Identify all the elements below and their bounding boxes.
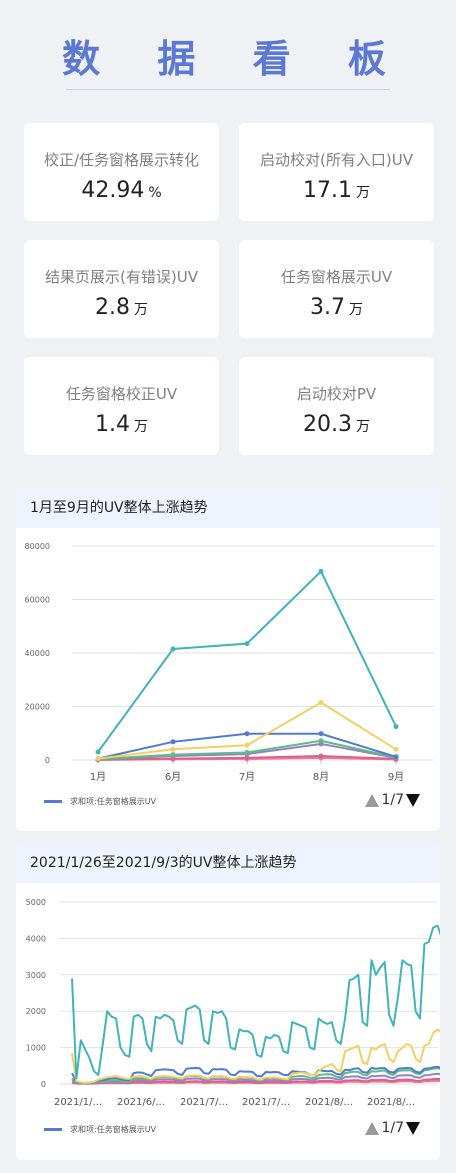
legend-swatch: [44, 1128, 62, 1131]
y-tick-label: 0: [45, 756, 50, 765]
kpi-card-pane-uv[interactable]: 任务窗格展示UV 3.7 万: [239, 240, 434, 338]
x-tick-label: 2021/8/...: [367, 1097, 415, 1108]
legend-label: 求和项:任务窗格展示UV: [70, 797, 157, 806]
x-tick-label: 2021/7/...: [180, 1097, 228, 1108]
x-tick-label: 8月: [313, 771, 329, 783]
kpi-value: 20.3: [303, 412, 352, 437]
kpi-label: 结果页展示(有错误)UV: [45, 268, 198, 286]
kpi-card-result-uv[interactable]: 结果页展示(有错误)UV 2.8 万: [24, 240, 219, 338]
y-tick-label: 2000: [26, 1007, 46, 1016]
series-line: [97, 569, 397, 753]
kpi-unit: 万: [355, 185, 370, 201]
chart-title: 2021/1/26至2021/9/3的UV整体上涨趋势: [16, 843, 440, 883]
kpi-value-row: 2.8 万: [24, 295, 219, 320]
series-point: [95, 749, 101, 755]
kpi-value: 2.8: [95, 295, 130, 320]
series-point: [318, 753, 324, 759]
chart-legend[interactable]: 求和项:任务窗格展示UV: [44, 796, 156, 807]
series-point: [170, 739, 176, 745]
kpi-label: 启动校对PV: [296, 385, 377, 403]
series-point: [244, 750, 250, 756]
series-point: [393, 746, 399, 752]
series-point: [170, 752, 176, 758]
y-tick-label: 0: [41, 1080, 46, 1089]
x-tick-label: 2021/6/...: [117, 1097, 165, 1108]
kpi-label: 校正/任务窗格展示转化: [43, 151, 200, 169]
series-point: [244, 731, 250, 737]
kpi-value: 42.94: [81, 178, 145, 203]
kpi-unit: 万: [134, 419, 148, 435]
y-tick-label: 60000: [25, 596, 50, 605]
kpi-value-row: 17.1 万: [239, 178, 434, 203]
series-point: [244, 742, 250, 748]
series-point: [95, 756, 101, 762]
kpi-unit: 万: [355, 419, 370, 435]
x-tick-label: 2021/8/...: [305, 1097, 353, 1108]
chart-card-monthly: 1月至9月的UV整体上涨趋势 0 20000 40000 60000 80000 1月 6月…: [16, 488, 440, 831]
series-point: [170, 746, 176, 752]
y-tick-label: 20000: [25, 703, 50, 712]
page-title: 数 据 看 板: [62, 37, 408, 81]
y-tick-label: 40000: [25, 649, 50, 658]
page-down-icon[interactable]: [406, 793, 420, 807]
kpi-card-launch-uv[interactable]: 启动校对(所有入口)UV 17.1 万: [239, 123, 434, 221]
kpi-value-row: 20.3 万: [239, 412, 434, 437]
series-point: [318, 731, 324, 737]
kpi-card-conversion[interactable]: 校正/任务窗格展示转化 42.94%: [24, 123, 219, 221]
page-up-icon[interactable]: [365, 793, 380, 807]
y-tick-label: 1000: [26, 1044, 46, 1053]
kpi-value: 1.4: [95, 412, 130, 437]
legend-pager: 1/7: [365, 1120, 420, 1136]
x-tick-label: 6月: [165, 771, 181, 783]
legend-label: 求和项:任务窗格展示UV: [70, 1125, 157, 1134]
pager-text: 1/7: [381, 1120, 404, 1136]
x-tick-label: 1月: [90, 771, 106, 783]
kpi-card-launch-pv[interactable]: 启动校对PV 20.3 万: [239, 357, 434, 455]
y-tick-label: 4000: [26, 934, 46, 943]
series-point: [244, 641, 250, 647]
y-tick-label: 5000: [26, 898, 46, 907]
chart-title: 1月至9月的UV整体上涨趋势: [16, 488, 440, 528]
kpi-unit: 万: [134, 302, 148, 318]
x-tick-label: 9月: [388, 771, 404, 783]
kpi-label: 启动校对(所有入口)UV: [260, 151, 413, 169]
kpi-unit: %: [148, 185, 162, 201]
daily-line-chart[interactable]: 0 1000 2000 3000 4000 5000 2021/1/... 2021/6/..…: [16, 883, 440, 1118]
kpi-value-row: 1.4 万: [24, 412, 219, 437]
chart-card-daily: 2021/1/26至2021/9/3的UV整体上涨趋势 0 1000 2000 300…: [16, 843, 440, 1160]
kpi-label: 任务窗格校正UV: [65, 385, 178, 403]
title-underline: [66, 89, 390, 90]
kpi-value-row: 3.7 万: [239, 295, 434, 320]
pager-text: 1/7: [381, 792, 404, 808]
kpi-label: 任务窗格展示UV: [280, 268, 393, 286]
series-point: [318, 738, 324, 744]
monthly-line-chart[interactable]: 0 20000 40000 60000 80000 1月 6月 7月 8月 9月: [16, 528, 440, 788]
chart-legend[interactable]: 求和项:任务窗格展示UV: [44, 1124, 156, 1135]
series-point: [170, 646, 176, 652]
series-point: [318, 568, 324, 574]
series-point: [318, 699, 324, 705]
y-tick-label: 3000: [26, 971, 46, 980]
page-up-icon[interactable]: [365, 1121, 380, 1135]
series-point: [393, 724, 399, 730]
y-tick-label: 80000: [25, 542, 50, 551]
legend-swatch: [44, 800, 62, 803]
kpi-value: 3.7: [310, 295, 345, 320]
x-tick-label: 2021/1/...: [54, 1097, 102, 1108]
x-tick-label: 7月: [239, 771, 255, 783]
kpi-card-correct-uv[interactable]: 任务窗格校正UV 1.4 万: [24, 357, 219, 455]
series-point: [393, 754, 399, 760]
kpi-unit: 万: [349, 302, 363, 318]
kpi-value-row: 42.94%: [24, 178, 219, 203]
legend-pager: 1/7: [365, 792, 420, 808]
x-tick-label: 2021/7/...: [242, 1097, 290, 1108]
kpi-value: 17.1: [303, 178, 352, 203]
page-down-icon[interactable]: [406, 1121, 420, 1135]
series-line: [71, 924, 440, 1080]
